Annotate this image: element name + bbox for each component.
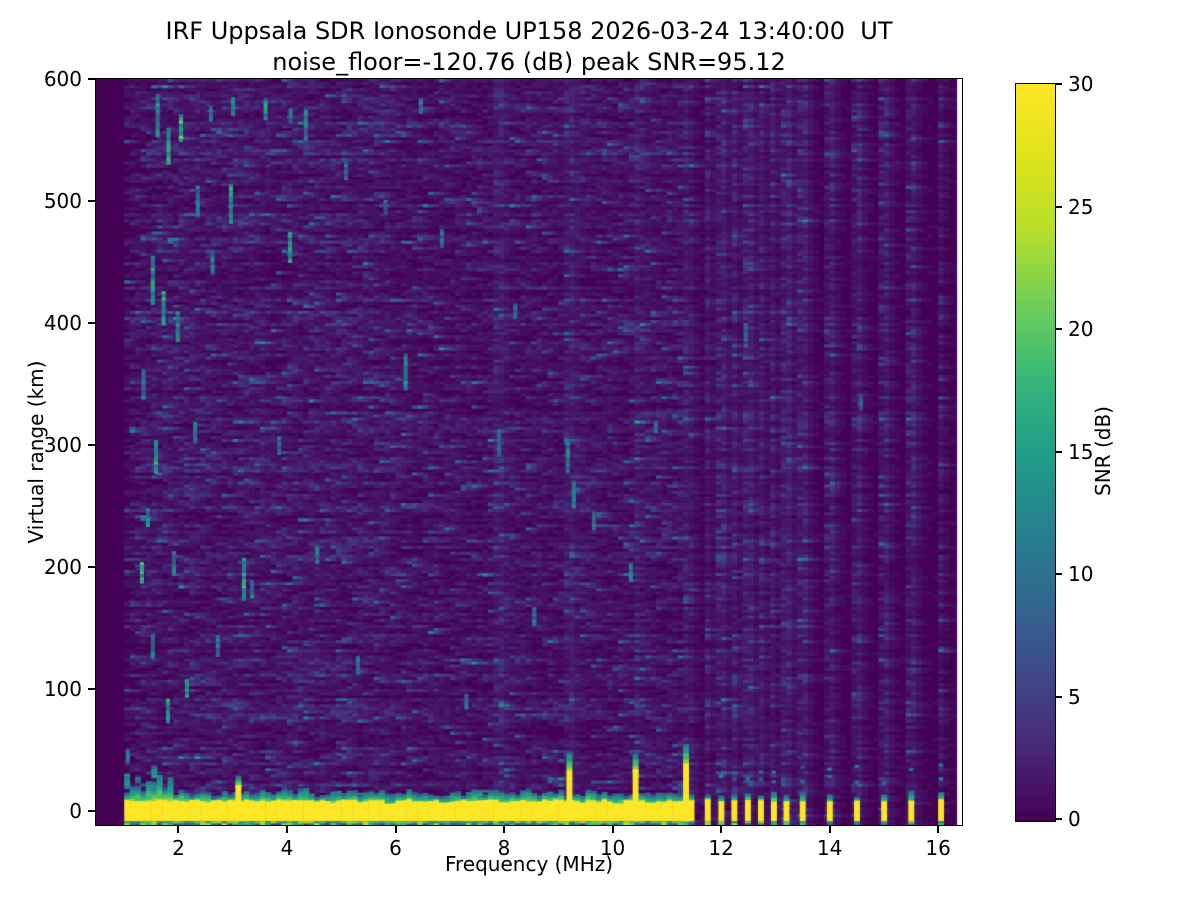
plot-area: [95, 78, 963, 826]
colorbar-tick-label: 15: [1068, 440, 1093, 464]
x-tick-mark: [503, 826, 505, 833]
x-tick-label: 14: [817, 836, 842, 860]
y-tick-label: 200: [12, 555, 82, 579]
y-tick-mark: [88, 200, 95, 202]
y-tick-label: 100: [12, 677, 82, 701]
colorbar-label: SNR (dB): [1091, 406, 1115, 496]
x-tick-mark: [612, 826, 614, 833]
colorbar-tick-mark: [1056, 818, 1062, 820]
colorbar-tick-label: 5: [1068, 685, 1081, 709]
x-tick-label: 8: [498, 836, 511, 860]
x-tick-mark: [286, 826, 288, 833]
chart-title: IRF Uppsala SDR Ionosonde UP158 2026-03-…: [95, 17, 963, 45]
x-tick-mark: [720, 826, 722, 833]
ionogram-heatmap: [96, 79, 962, 825]
x-tick-label: 12: [708, 836, 733, 860]
y-tick-label: 600: [12, 67, 82, 91]
colorbar-tick-mark: [1056, 206, 1062, 208]
y-tick-label: 400: [12, 311, 82, 335]
y-tick-mark: [88, 78, 95, 80]
y-tick-label: 0: [12, 799, 82, 823]
x-tick-mark: [829, 826, 831, 833]
colorbar-tick-label: 20: [1068, 317, 1093, 341]
colorbar-tick-mark: [1056, 451, 1062, 453]
y-tick-mark: [88, 810, 95, 812]
colorbar-tick-mark: [1056, 83, 1062, 85]
x-tick-mark: [937, 826, 939, 833]
colorbar-tick-mark: [1056, 696, 1062, 698]
x-tick-label: 4: [281, 836, 294, 860]
y-tick-label: 300: [12, 433, 82, 457]
y-tick-label: 500: [12, 189, 82, 213]
colorbar-tick-label: 0: [1068, 807, 1081, 831]
colorbar-tick-label: 25: [1068, 195, 1093, 219]
y-tick-mark: [88, 444, 95, 446]
y-tick-mark: [88, 566, 95, 568]
chart-subtitle: noise_floor=-120.76 (dB) peak SNR=95.12: [95, 48, 963, 76]
colorbar: [1015, 83, 1056, 822]
colorbar-tick-label: 30: [1068, 72, 1093, 96]
x-tick-label: 6: [389, 836, 402, 860]
x-tick-mark: [177, 826, 179, 833]
colorbar-tick-mark: [1056, 328, 1062, 330]
x-tick-label: 16: [925, 836, 950, 860]
x-tick-label: 10: [600, 836, 625, 860]
y-tick-mark: [88, 688, 95, 690]
colorbar-tick-mark: [1056, 573, 1062, 575]
ionogram-figure: IRF Uppsala SDR Ionosonde UP158 2026-03-…: [0, 0, 1200, 900]
x-tick-label: 2: [172, 836, 185, 860]
x-tick-mark: [395, 826, 397, 833]
y-tick-mark: [88, 322, 95, 324]
colorbar-tick-label: 10: [1068, 562, 1093, 586]
